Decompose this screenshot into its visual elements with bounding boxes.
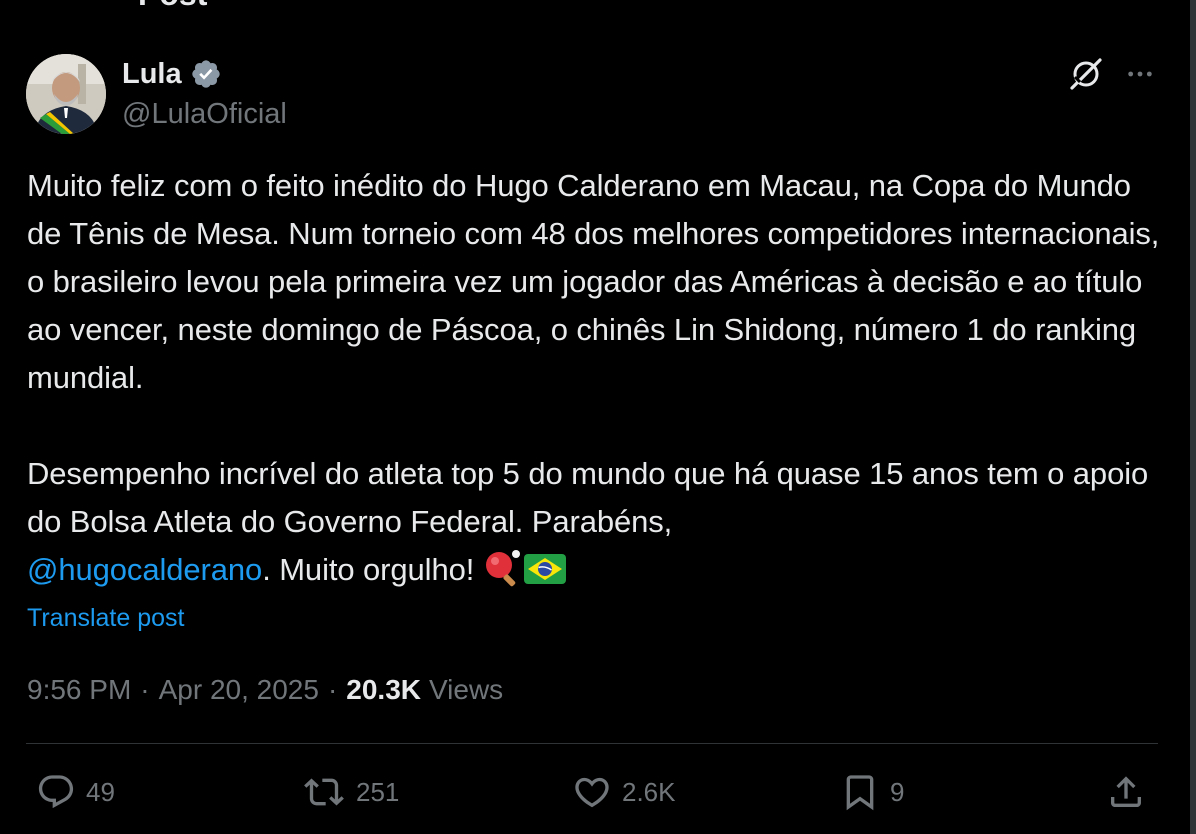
views-count[interactable]: 20.3K [346,670,421,710]
meta-separator: · [327,674,338,705]
grok-button[interactable] [1066,54,1106,94]
bookmark-count: 9 [890,776,905,807]
divider [26,743,1158,744]
post-date[interactable]: Apr 20, 2025 [159,670,319,710]
avatar[interactable] [26,54,106,134]
author-name[interactable]: Lula [122,58,182,91]
post-paragraph-2-tail: . Muito orgulho! [262,552,475,587]
post-detail-page: Post Lula @LulaOficial [0,0,1196,834]
back-button[interactable] [28,0,58,10]
author-handle[interactable]: @LulaOficial [122,96,287,132]
share-button[interactable] [1106,770,1146,814]
avatar-image [26,54,106,134]
more-horizontal-icon [1128,71,1152,77]
brazil-flag-emoji [524,550,567,584]
post-text: Muito feliz com o feito inédito do Hugo … [27,162,1167,594]
reply-icon [38,775,74,809]
ping-pong-paddle-emoji [482,548,522,588]
post-paragraph-2-text: Desempenho incrível do atleta top 5 do m… [27,456,1149,539]
grok-icon [1070,58,1102,90]
post-paragraph-1: Muito feliz com o feito inédito do Hugo … [27,168,1160,395]
share-icon [1111,776,1141,807]
arrow-left-icon [41,0,43,1]
like-icon [575,777,609,808]
repost-button[interactable]: 251 [302,770,399,814]
reply-button[interactable]: 49 [36,770,115,814]
translate-post-link[interactable]: Translate post [27,600,184,636]
views-label: Views [429,674,504,705]
reply-count: 49 [86,776,115,807]
like-count: 2.6K [622,776,676,807]
post-meta: 9:56 PM · Apr 20, 2025 · 20.3K Views [27,670,503,710]
author-name-row: Lula [122,56,222,92]
like-button[interactable]: 2.6K [572,770,676,814]
repost-count: 251 [356,776,400,807]
more-button[interactable] [1120,54,1160,94]
repost-icon [304,778,344,806]
verified-badge-icon [190,58,222,90]
post-paragraph-2: Desempenho incrível do atleta top 5 do m… [27,450,1167,594]
page-title: Post [138,0,207,14]
column-border [1190,0,1196,834]
meta-separator: · [140,674,150,705]
bookmark-icon [846,775,874,811]
bookmark-button[interactable]: 9 [840,770,904,814]
top-bar: Post [0,0,1196,18]
post-time[interactable]: 9:56 PM [27,670,131,710]
mention-link[interactable]: @hugocalderano [27,552,262,587]
